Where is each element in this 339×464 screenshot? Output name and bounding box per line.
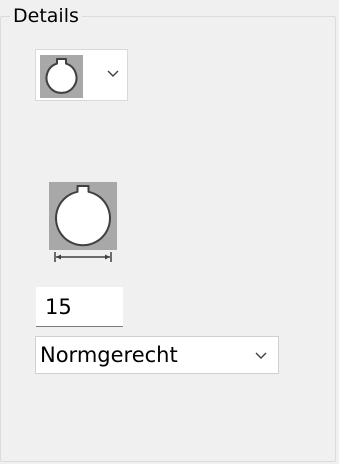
type-dropdown[interactable]: Normgerecht <box>35 336 279 374</box>
shape-selector-dropdown[interactable] <box>35 49 128 101</box>
size-input[interactable]: 15 <box>36 287 123 327</box>
type-dropdown-value: Normgerecht <box>40 343 178 367</box>
keyed-circle-icon <box>55 185 111 247</box>
chevron-down-icon[interactable] <box>254 350 268 360</box>
shape-preview <box>49 182 117 250</box>
chevron-down-icon[interactable] <box>106 68 120 78</box>
details-panel: Details 15 Normgerecht <box>0 0 339 464</box>
keyed-circle-shape <box>45 58 78 94</box>
group-title: Details <box>10 4 82 28</box>
keyed-circle-icon <box>40 55 83 98</box>
diameter-dimension-icon <box>54 252 112 262</box>
